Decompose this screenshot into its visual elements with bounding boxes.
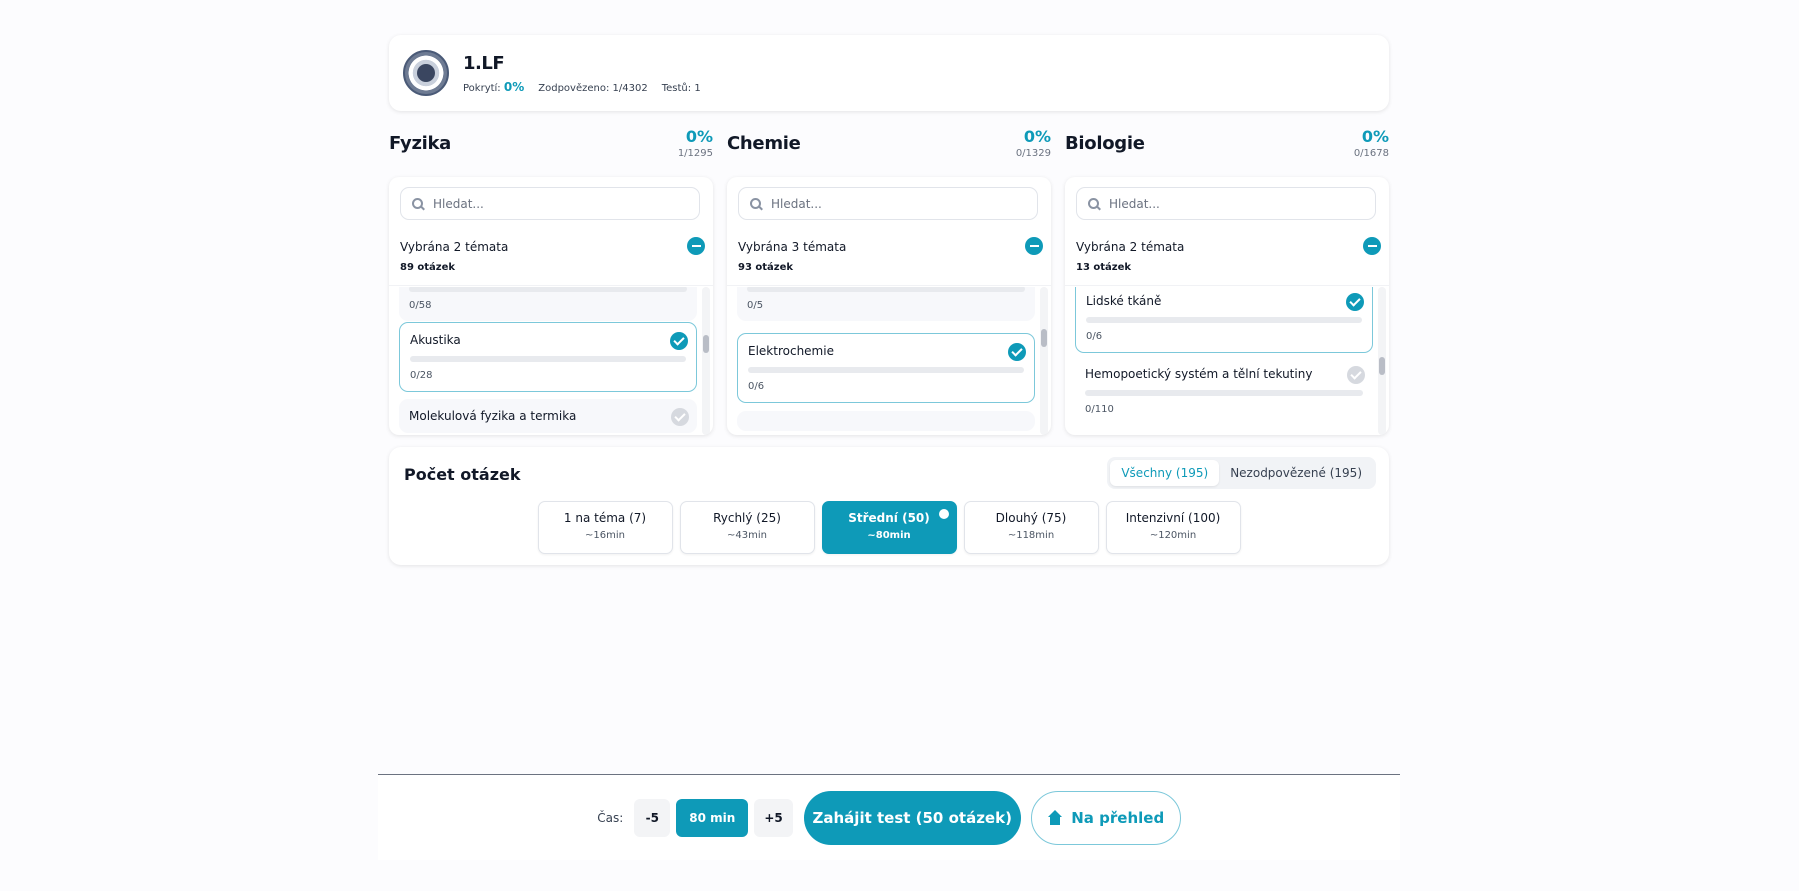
check-icon <box>1008 343 1026 361</box>
check-icon <box>1346 293 1364 311</box>
topic-card-elektrochemie[interactable]: Elektrochemie 0/6 <box>737 333 1035 403</box>
time-decrease-button[interactable]: -5 <box>634 798 671 837</box>
option-long[interactable]: Dlouhý (75) ~118min <box>963 501 1099 554</box>
time-label: Čas: <box>597 810 624 825</box>
topic-list: Lidské tkáně 0/6 Hemopoetický systém a t… <box>1065 287 1389 435</box>
start-test-button[interactable]: Zahájit test (50 otázek) <box>803 790 1021 845</box>
selection-summary: Vybrána 3 témata 93 otázek <box>727 230 1051 286</box>
subject-column-biologie: Biologie 0% 0/1678 Vybrána 2 témata 13 o… <box>1065 127 1389 435</box>
test-length-options: 1 na téma (7) ~16min Rychlý (25) ~43min … <box>389 501 1389 554</box>
subject-percent: 0% <box>1361 127 1389 146</box>
subject-column-chemie: Chemie 0% 0/1329 Vybrána 3 témata 93 otá… <box>727 127 1051 435</box>
subject-count: 0/1329 <box>1015 148 1051 159</box>
selection-summary: Vybrána 2 témata 13 otázek <box>1065 230 1389 286</box>
overview-button[interactable]: Na přehled <box>1030 790 1181 845</box>
scrollbar[interactable] <box>1378 287 1386 435</box>
progress-bar <box>1085 390 1363 396</box>
deselect-all-button[interactable] <box>1025 237 1043 255</box>
faculty-logo <box>403 50 449 96</box>
question-count-title: Počet otázek <box>404 465 521 484</box>
topic-panel: Vybrána 2 témata 13 otázek Lidské tkáně … <box>1065 177 1389 435</box>
search-input[interactable] <box>771 196 1021 211</box>
topic-list: 0/58 Akustika 0/28 Molekulová fyzika a t… <box>389 287 713 435</box>
search-input[interactable] <box>433 196 683 211</box>
filter-unanswered-button[interactable]: Nezodpovězené (195) <box>1219 460 1373 486</box>
search-input[interactable] <box>1109 196 1359 211</box>
topic-card[interactable]: 0/5 <box>737 287 1035 321</box>
question-count-panel: Počet otázek Všechny (195) Nezodpovězené… <box>389 447 1389 565</box>
option-medium[interactable]: Střední (50) ~80min <box>821 501 957 554</box>
subject-title: Biologie <box>1065 133 1145 154</box>
tests-value: 1 <box>694 82 701 94</box>
search-box[interactable] <box>400 187 700 220</box>
topic-panel: Vybrána 2 témata 89 otázek 0/58 Akustika… <box>389 177 713 435</box>
search-icon <box>411 197 425 211</box>
faculty-header: 1.LF Pokrytí: 0% Zodpovězeno: 1/4302 Tes… <box>389 35 1389 111</box>
option-intensive[interactable]: Intenzivní (100) ~120min <box>1105 501 1241 554</box>
scrollbar[interactable] <box>702 287 710 435</box>
selection-summary: Vybrána 2 témata 89 otázek <box>389 230 713 286</box>
subject-count: 0/1678 <box>1353 148 1389 159</box>
action-footer: Čas: -5 80 min +5 Zahájit test (50 otáze… <box>378 774 1400 860</box>
check-icon <box>1347 366 1365 384</box>
topic-card-akustika[interactable]: Akustika 0/28 <box>399 322 697 392</box>
subject-title: Fyzika <box>389 133 452 154</box>
subject-count: 1/1295 <box>677 148 713 159</box>
option-one-per-topic[interactable]: 1 na téma (7) ~16min <box>537 501 673 554</box>
option-quick[interactable]: Rychlý (25) ~43min <box>679 501 815 554</box>
subject-column-fyzika: Fyzika 0% 1/1295 Vybrána 2 témata 89 otá… <box>389 127 713 435</box>
subject-columns: Fyzika 0% 1/1295 Vybrána 2 témata 89 otá… <box>389 127 1389 435</box>
progress-bar <box>410 356 686 362</box>
answered-value: 1/4302 <box>612 82 648 94</box>
progress-bar <box>1086 317 1362 323</box>
topic-card[interactable]: 0/58 <box>399 287 697 321</box>
progress-bar <box>409 287 687 292</box>
search-icon <box>1087 197 1101 211</box>
question-filter: Všechny (195) Nezodpovězené (195) <box>1107 457 1376 489</box>
time-increase-button[interactable]: +5 <box>754 798 793 837</box>
search-box[interactable] <box>1076 187 1376 220</box>
main-container: 1.LF Pokrytí: 0% Zodpovězeno: 1/4302 Tes… <box>389 35 1389 565</box>
progress-bar <box>747 287 1025 292</box>
subject-percent: 0% <box>685 127 713 146</box>
topic-list: 0/5 Elektrochemie 0/6 <box>727 287 1051 435</box>
time-value: 80 min <box>676 798 749 837</box>
topic-card-lidske-tkane[interactable]: Lidské tkáně 0/6 <box>1075 287 1373 353</box>
subject-percent: 0% <box>1023 127 1051 146</box>
header-stats: Pokrytí: 0% Zodpovězeno: 1/4302 Testů: 1 <box>463 79 701 94</box>
check-icon <box>670 332 688 350</box>
topic-card-molekulova-fyzika[interactable]: Molekulová fyzika a termika <box>399 399 697 433</box>
filter-all-button[interactable]: Všechny (195) <box>1110 460 1220 486</box>
topic-card-hemopoeticky-system[interactable]: Hemopoetický systém a tělní tekutiny 0/1… <box>1075 357 1373 425</box>
check-icon <box>671 408 689 426</box>
selected-dot-icon <box>938 509 949 519</box>
search-icon <box>749 197 763 211</box>
subject-title: Chemie <box>727 133 801 154</box>
faculty-title: 1.LF <box>463 52 505 74</box>
deselect-all-button[interactable] <box>687 237 705 255</box>
scrollbar[interactable] <box>1040 287 1048 435</box>
topic-card[interactable] <box>737 411 1035 431</box>
search-box[interactable] <box>738 187 1038 220</box>
home-icon <box>1047 810 1063 825</box>
deselect-all-button[interactable] <box>1363 237 1381 255</box>
topic-panel: Vybrána 3 témata 93 otázek 0/5 Elektroch… <box>727 177 1051 435</box>
progress-bar <box>748 367 1024 373</box>
coverage-value: 0% <box>503 79 525 94</box>
